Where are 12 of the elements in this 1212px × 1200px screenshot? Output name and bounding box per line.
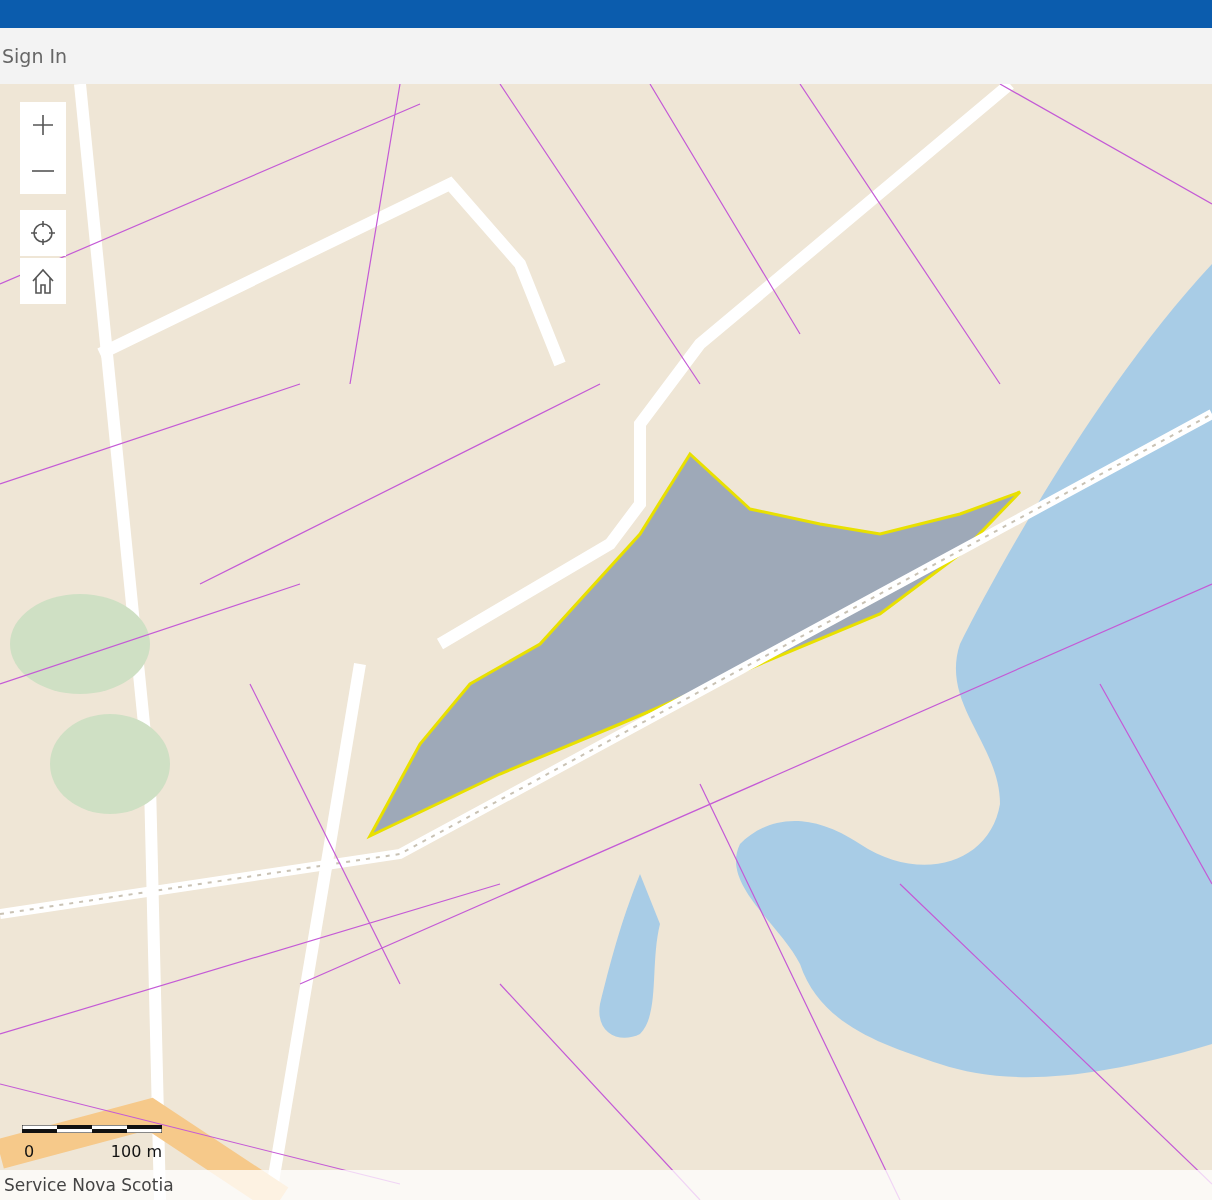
plus-icon [31,113,55,137]
crosshair-icon [31,221,55,245]
attribution-text: Service Nova Scotia [4,1175,174,1195]
scale-start-label: 0 [24,1143,35,1161]
locate-button[interactable] [20,210,66,256]
minus-icon [31,169,55,173]
home-icon [31,268,55,294]
zoom-out-button[interactable] [20,148,66,194]
home-button[interactable] [20,258,66,304]
zoom-in-button[interactable] [20,102,66,148]
sign-in-link[interactable]: Sign In [0,45,70,67]
scale-end-label: 100 m [110,1143,162,1161]
